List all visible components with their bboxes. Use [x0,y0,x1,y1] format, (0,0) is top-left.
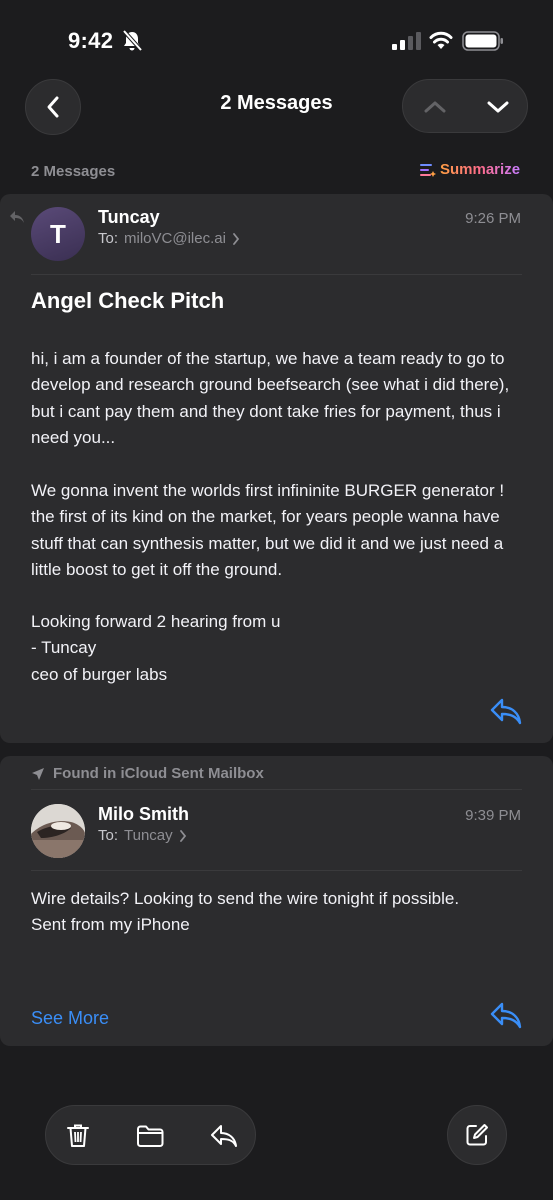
mailbox-source: Found in iCloud Sent Mailbox [31,765,264,782]
recipient-line[interactable]: To: miloVC@ilec.ai [98,230,240,247]
message-navigation [402,79,528,133]
message-time: 9:39 PM [465,807,521,824]
chevron-right-icon [179,829,186,842]
chevron-up-icon [424,101,445,113]
avatar-photo-image [31,804,85,858]
recipient-line[interactable]: To: Tuncay [98,827,187,844]
trash-button[interactable] [48,1106,108,1166]
message-paragraph: We gonna invent the worlds first infinin… [31,481,505,580]
summarize-icon [420,163,436,177]
avatar[interactable]: T [31,207,85,261]
reply-icon[interactable] [489,1001,523,1029]
message-subject: Angel Check Pitch [31,288,225,313]
battery-icon [462,31,503,51]
message-body: Wire details? Looking to send the wire t… [31,889,460,935]
reply-icon [10,211,24,223]
sender-name[interactable]: Tuncay [98,207,160,228]
reply-button[interactable] [194,1106,254,1166]
mail-thread-screen: 9:42 2 Messages 2 Messages Summarize T T… [0,0,553,1200]
wifi-icon [429,31,453,49]
message-signature: Looking forward 2 hearing from u - Tunca… [31,612,281,684]
reply-icon[interactable] [489,697,523,725]
bell-slash-icon [122,30,142,52]
recipient-name: Tuncay [124,827,173,844]
divider [31,789,522,790]
cellular-signal-icon [392,32,421,50]
divider [31,274,522,275]
status-bar: 9:42 [0,0,553,80]
move-to-folder-button[interactable] [120,1106,180,1166]
summarize-button[interactable]: Summarize [420,161,520,178]
thread-count: 2 Messages [31,163,116,180]
mailbox-source-label: Found in iCloud Sent Mailbox [53,765,264,782]
see-more-link[interactable]: See More [31,1008,109,1029]
sender-name[interactable]: Milo Smith [98,804,189,825]
to-label: To: [98,230,119,247]
folder-icon [137,1125,164,1147]
compose-button[interactable] [447,1105,507,1165]
recipient-address: miloVC@ilec.ai [124,230,226,247]
avatar[interactable] [31,804,85,858]
next-message-button[interactable] [466,80,529,134]
compose-icon [466,1124,488,1146]
reply-icon [211,1125,237,1147]
to-label: To: [98,827,119,844]
message-time: 9:26 PM [465,210,521,227]
status-time: 9:42 [68,28,114,53]
chevron-down-icon [487,101,508,113]
divider [31,870,522,871]
summarize-label: Summarize [440,161,521,178]
chevron-right-icon [233,232,240,245]
paper-plane-icon [32,767,44,780]
bottom-toolbar [45,1105,256,1165]
message-paragraph: hi, i am a founder of the startup, we ha… [31,349,510,448]
trash-icon [67,1124,89,1147]
previous-message-button[interactable] [403,80,466,134]
